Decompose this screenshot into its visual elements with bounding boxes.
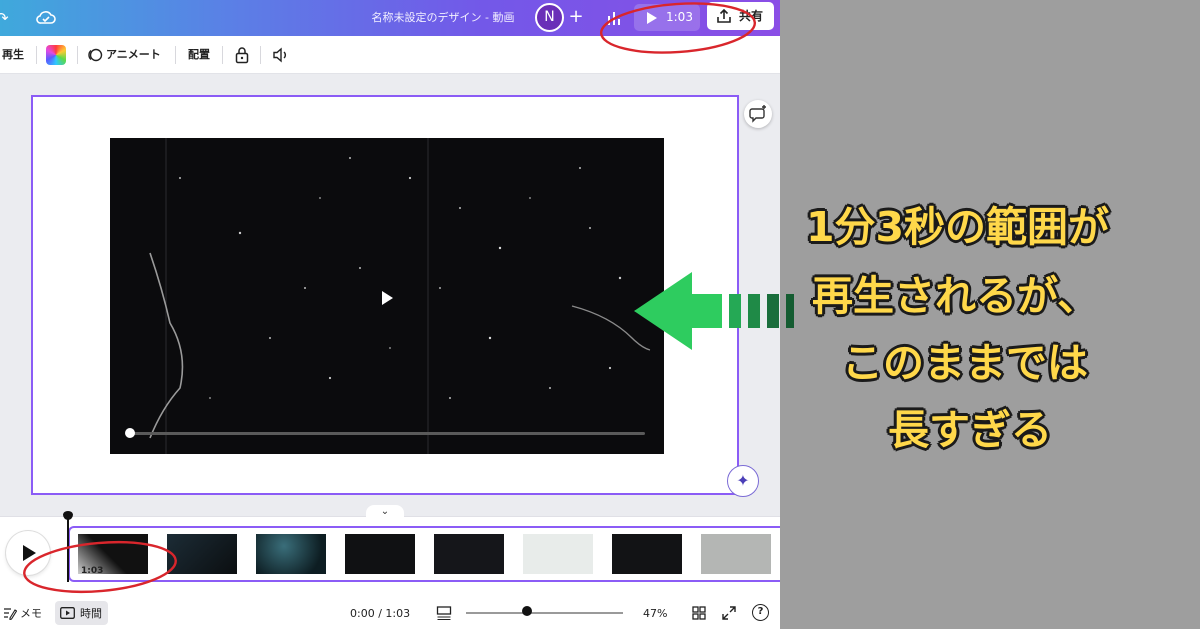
- annotation-line-2: 再生されるが、: [812, 272, 1099, 320]
- annotation-line-1: 1分3秒の範囲が: [806, 203, 1110, 251]
- annotation-line-3: このままでは: [842, 339, 1088, 387]
- red-circle-present-duration: [599, 2, 757, 54]
- green-arrow-icon: [634, 272, 794, 350]
- annotation-line-4: 長すぎる: [888, 406, 1052, 454]
- red-circle-clip-duration: [23, 540, 177, 594]
